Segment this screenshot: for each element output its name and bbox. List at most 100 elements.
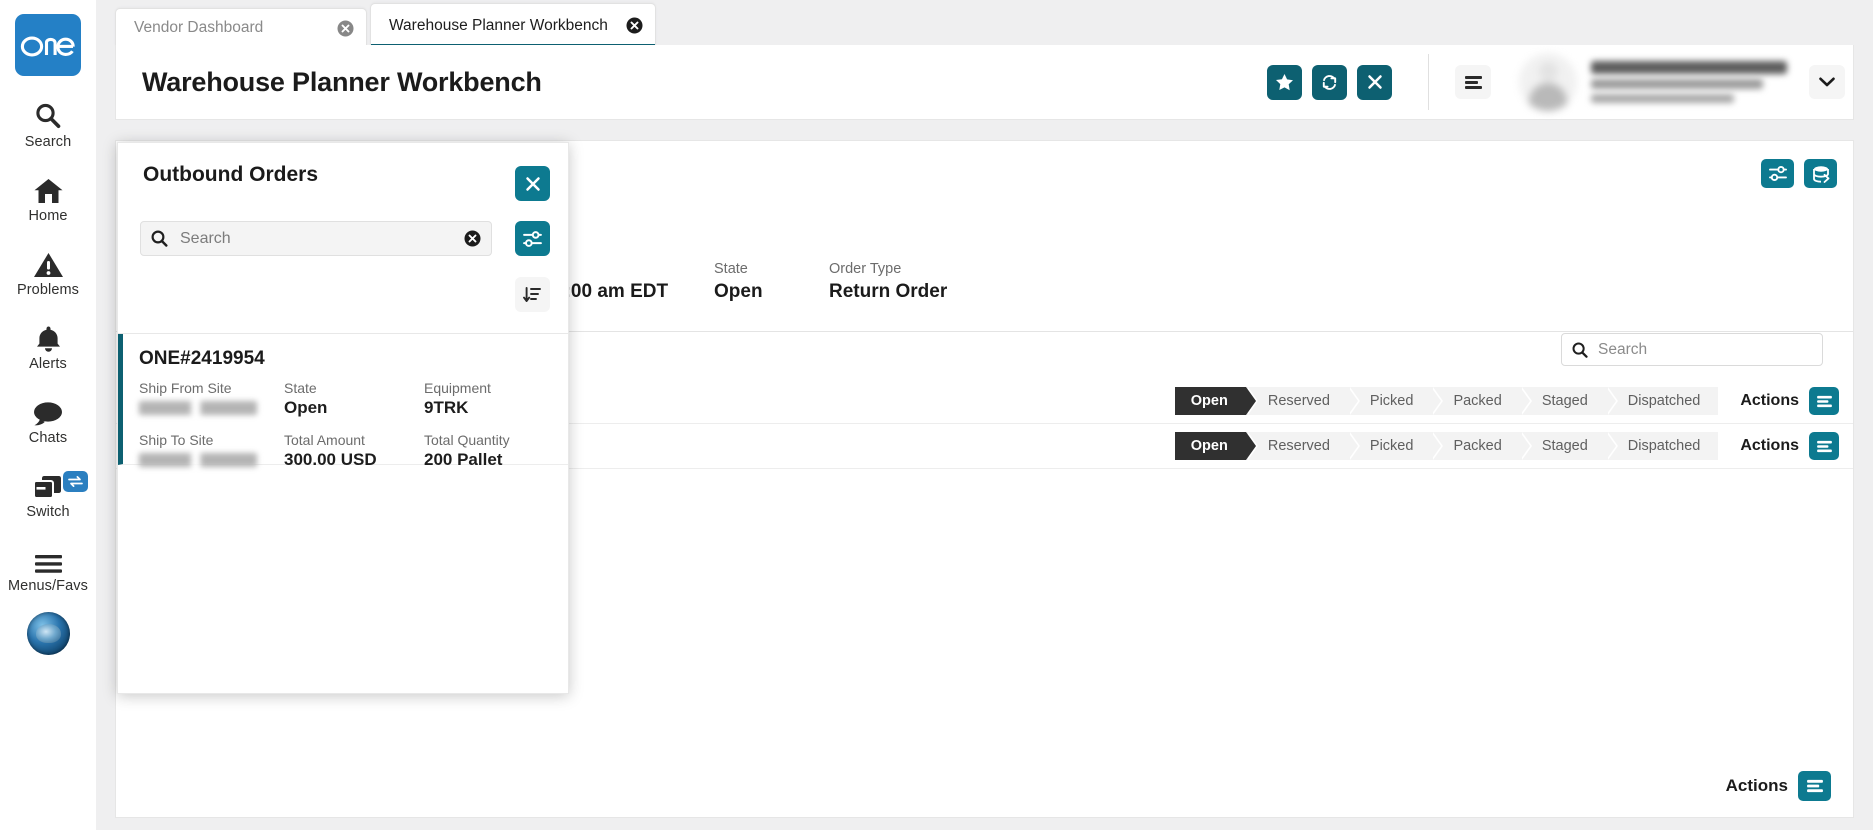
header-divider [1428,54,1429,110]
filter-settings-button[interactable] [1761,159,1794,188]
tab-strip: Vendor Dashboard Warehouse Planner Workb… [96,0,1873,47]
header-menu-button[interactable] [1455,65,1491,99]
warning-triangle-icon [33,245,64,279]
field-label: Ship From Site [139,380,284,396]
app-root: Search Home Problems Alerts Chats [0,0,1873,830]
list-lines-icon [1806,779,1824,793]
close-x-icon [1367,74,1383,90]
sidebar-item-label: Switch [26,504,69,520]
field-value [139,453,257,467]
left-nav-rail: Search Home Problems Alerts Chats [0,0,96,830]
panel-sort-button[interactable] [515,277,550,312]
status-step-staged[interactable]: Staged [1520,432,1606,460]
field-label: Total Amount [284,432,424,448]
field-equipment: Equipment 9TRK [424,380,556,418]
row-actions: Actions [1740,387,1839,415]
sidebar-item-label: Menus/Favs [8,578,88,594]
sidebar-item-label: Problems [17,282,79,298]
search-icon [151,230,168,247]
avatar [1519,53,1577,111]
sidebar-item-switch[interactable]: Switch [0,467,96,520]
refresh-button[interactable] [1312,65,1347,100]
footer-actions: Actions [1726,771,1831,801]
panel-search-input[interactable] [180,230,464,248]
row-status-stepper: Open Reserved Picked Packed Staged Dispa… [1175,387,1719,415]
user-email [1591,94,1734,103]
sidebar-item-chats[interactable]: Chats [0,393,96,446]
field-value: 200 Pallet [424,450,556,470]
search-input[interactable] [1598,341,1812,359]
clear-search-icon[interactable] [464,230,481,247]
actions-label: Actions [1740,392,1799,410]
list-item[interactable]: ONE#2419954 Ship From Site State Open Eq… [118,334,568,465]
bell-icon [34,319,63,353]
field-ship-from-site: Ship From Site [139,380,284,418]
search-input-wrapper[interactable] [1561,333,1823,366]
export-data-button[interactable] [1804,159,1837,188]
user-profile[interactable] [1519,53,1787,111]
close-x-icon [525,176,541,192]
field-value: Open [284,398,424,418]
list-lines-icon [1816,440,1833,453]
row-actions-button[interactable] [1809,387,1839,415]
status-step-picked[interactable]: Picked [1348,432,1432,460]
sidebar-item-problems[interactable]: Problems [0,245,96,298]
status-step-reserved[interactable]: Reserved [1246,432,1348,460]
chat-bubble-icon [32,393,64,427]
row-status-stepper: Open Reserved Picked Packed Staged Dispa… [1175,432,1719,460]
outbound-orders-panel: Outbound Orders ONE#2419954 Ship From [117,142,569,694]
favorite-button[interactable] [1267,65,1302,100]
home-icon [33,171,64,205]
status-step-staged[interactable]: Staged [1520,387,1606,415]
field-order-type: Order Type Return Order [829,261,947,303]
field-label: State [714,261,829,277]
field-value: 300.00 USD [284,450,424,470]
close-circle-icon[interactable] [337,20,354,37]
windows-stack-icon [32,467,65,501]
user-avatar-icon[interactable] [27,612,70,655]
sidebar-item-home[interactable]: Home [0,171,96,224]
one-logo[interactable] [15,14,81,76]
row-actions: Actions [1740,432,1839,460]
status-step-picked[interactable]: Picked [1348,387,1432,415]
status-step-open[interactable]: Open [1175,387,1246,415]
panel-title: Outbound Orders [143,163,318,187]
search-icon [1572,342,1588,358]
close-page-button[interactable] [1357,65,1392,100]
status-step-open[interactable]: Open [1175,432,1246,460]
panel-close-button[interactable] [515,166,550,201]
panel-search-wrapper[interactable] [140,221,492,256]
content-toolbar [1761,159,1837,188]
tab-vendor-dashboard[interactable]: Vendor Dashboard [115,8,367,47]
status-step-packed[interactable]: Packed [1431,387,1519,415]
sidebar-item-menus-favs[interactable]: Menus/Favs [0,541,96,594]
footer-actions-button[interactable] [1798,771,1831,801]
status-step-reserved[interactable]: Reserved [1246,387,1348,415]
user-menu-toggle[interactable] [1809,65,1845,99]
sidebar-item-alerts[interactable]: Alerts [0,319,96,372]
tab-label: Vendor Dashboard [134,19,263,37]
field-total-quantity: Total Quantity 200 Pallet [424,432,556,470]
page-header: Warehouse Planner Workbench [115,45,1854,120]
field-state: State Open [714,261,829,303]
field-value: Return Order [829,281,947,303]
page-title: Warehouse Planner Workbench [142,67,542,98]
close-circle-icon[interactable] [626,17,643,34]
field-label: State [284,380,424,396]
field-label: Ship To Site [139,432,284,448]
status-step-dispatched[interactable]: Dispatched [1606,387,1719,415]
sidebar-item-label: Alerts [29,356,67,372]
order-field-grid: Ship From Site State Open Equipment 9TRK… [139,380,556,470]
row-actions-button[interactable] [1809,432,1839,460]
sliders-icon [522,230,543,248]
swap-arrows-icon[interactable] [63,471,88,492]
field-value: Open [714,281,829,303]
status-step-dispatched[interactable]: Dispatched [1606,432,1719,460]
tab-warehouse-planner-workbench[interactable]: Warehouse Planner Workbench [370,3,656,47]
chevron-down-icon [1819,77,1835,87]
panel-filter-button[interactable] [515,221,550,256]
sliders-icon [1768,165,1788,182]
status-step-packed[interactable]: Packed [1431,432,1519,460]
sidebar-item-search[interactable]: Search [0,97,96,150]
sidebar-item-label: Chats [29,430,67,446]
